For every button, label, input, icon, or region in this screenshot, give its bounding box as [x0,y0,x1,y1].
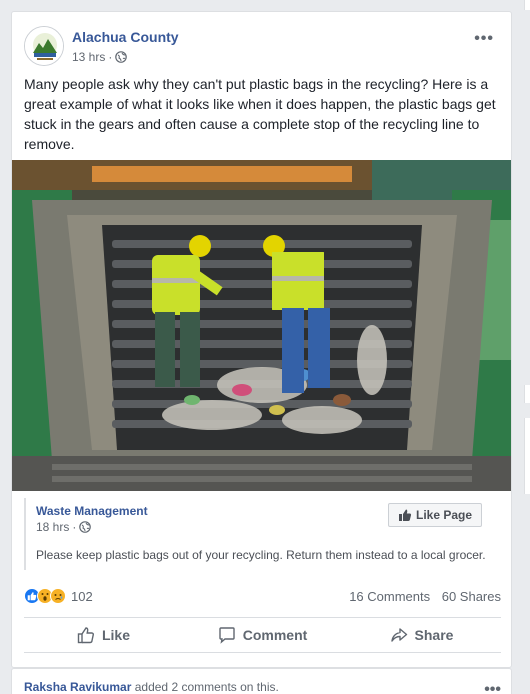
like-page-button[interactable]: Like Page [388,503,482,527]
post-stats: 102 16 Comments 60 Shares [24,586,501,606]
like-page-label: Like Page [415,508,473,522]
sad-icon [50,588,66,604]
county-logo-icon [25,27,63,65]
shared-attachment: Waste Management 18 hrs · Like Page Plea… [24,498,501,570]
like-button[interactable]: Like [24,618,183,652]
thumbs-up-icon [398,509,412,521]
post-header: Alachua County 13 hrs · ••• [24,26,494,66]
adjacent-panel-middle [524,385,530,403]
activity-text: added 2 comments on this. [134,680,279,694]
share-label: Share [414,627,454,643]
post-text: Many people ask why they can't put plast… [24,76,496,152]
reaction-count: 102 [71,588,93,604]
globe-icon [115,51,128,63]
shared-timestamp[interactable]: 18 hrs [36,520,69,534]
comment-button[interactable]: Comment [183,618,342,652]
like-label: Like [101,627,130,643]
reactions-summary[interactable]: 102 [24,588,93,604]
page-avatar[interactable] [24,26,64,66]
next-story-card: Raksha Ravikumar added 2 comments on thi… [11,668,512,694]
thumbs-up-icon [77,627,94,644]
shared-meta-separator: · [72,520,77,534]
share-button[interactable]: Share [342,618,501,652]
comment-label: Comment [242,627,308,643]
adjacent-panel-bottom [524,418,530,494]
engagement-counts: 16 Comments 60 Shares [349,589,501,604]
adjacent-panel-top [524,0,530,10]
shares-count-link[interactable]: 60 Shares [442,589,501,604]
recycling-sorting-line-photo [12,160,511,491]
activity-user-link[interactable]: Raksha Ravikumar [24,680,131,694]
page-name-link[interactable]: Alachua County [72,29,179,45]
post-photo[interactable] [12,160,511,491]
shared-note: Please keep plastic bags out of your rec… [36,548,486,562]
post-card: Alachua County 13 hrs · ••• Many people … [11,11,512,668]
post-options-button[interactable]: ••• [474,30,494,48]
share-icon [390,628,407,642]
activity-line: Raksha Ravikumar added 2 comments on thi… [24,680,279,694]
post-actions: Like Comment Share [24,617,501,653]
globe-icon [79,521,92,533]
post-meta: 13 hrs · [72,50,128,64]
story-options-button[interactable]: ••• [484,681,501,694]
comment-icon [219,627,235,644]
post-timestamp[interactable]: 13 hrs [72,50,105,64]
meta-separator: · [108,50,113,64]
comments-count-link[interactable]: 16 Comments [349,589,430,604]
shared-page-name-link[interactable]: Waste Management [36,504,148,518]
shared-meta: 18 hrs · [36,520,92,534]
